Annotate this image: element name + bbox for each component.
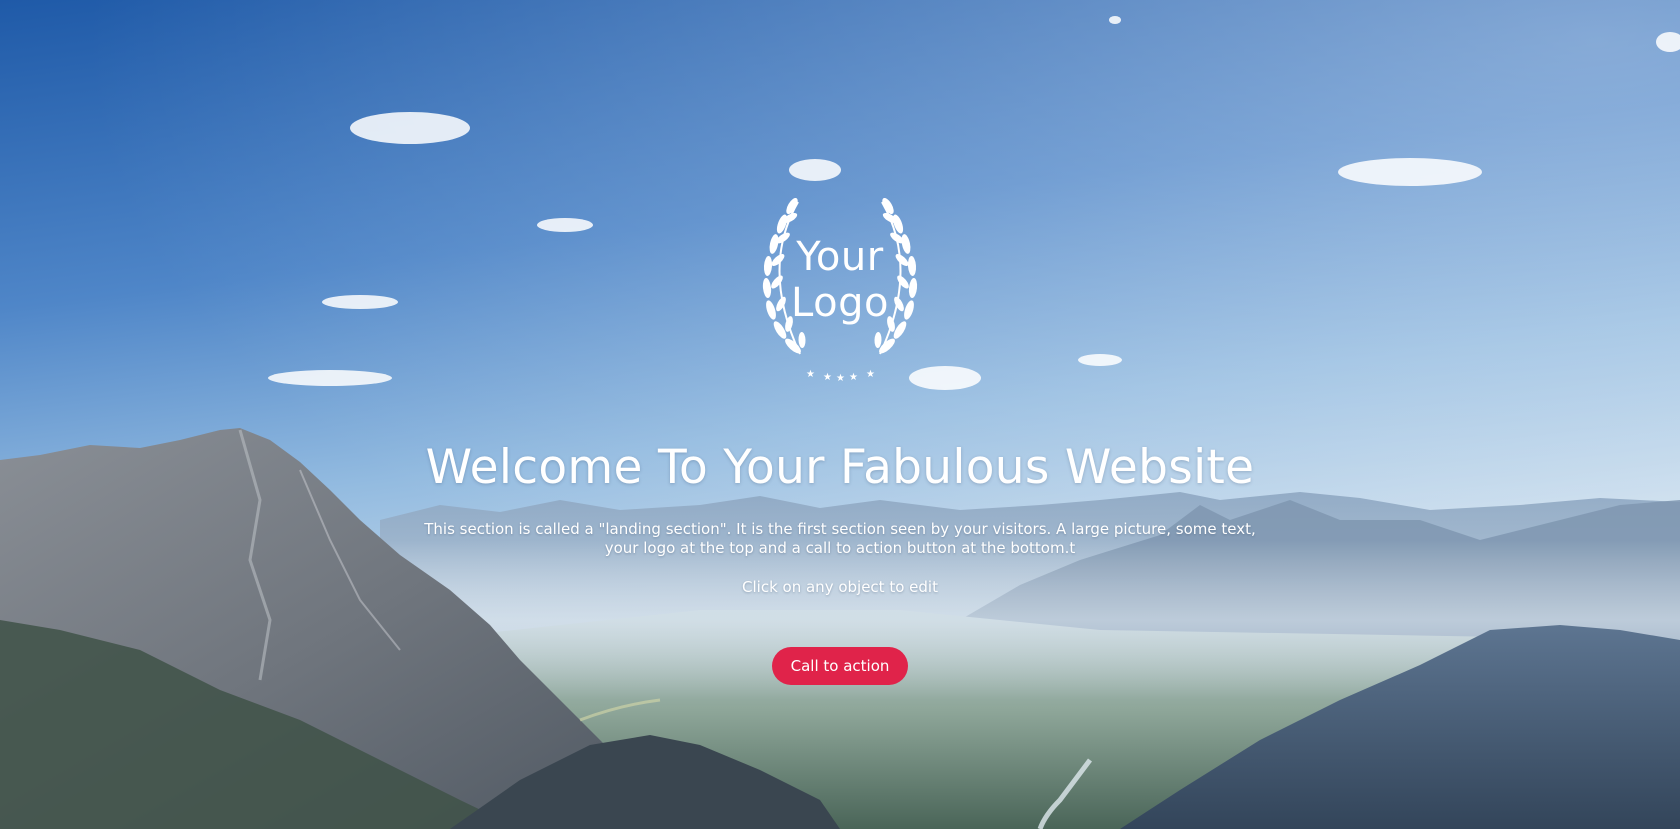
- svg-text:★: ★: [866, 369, 875, 380]
- svg-text:★: ★: [823, 372, 832, 383]
- svg-text:★: ★: [849, 372, 858, 383]
- page-title[interactable]: Welcome To Your Fabulous Website: [0, 440, 1680, 496]
- landing-section: ★ ★ ★ ★ ★ Your Logo Welcome To Your Fabu…: [0, 0, 1680, 829]
- landing-description[interactable]: This section is called a "landing sectio…: [415, 520, 1265, 558]
- logo-text: Your Logo: [730, 234, 950, 326]
- svg-text:★: ★: [806, 369, 815, 380]
- logo-line-1: Your: [796, 234, 884, 280]
- logo-line-2: Logo: [791, 280, 889, 326]
- svg-text:★: ★: [836, 373, 845, 384]
- edit-hint[interactable]: Click on any object to edit: [0, 577, 1680, 597]
- call-to-action-button[interactable]: Call to action: [772, 647, 908, 685]
- logo[interactable]: ★ ★ ★ ★ ★ Your Logo: [730, 198, 950, 384]
